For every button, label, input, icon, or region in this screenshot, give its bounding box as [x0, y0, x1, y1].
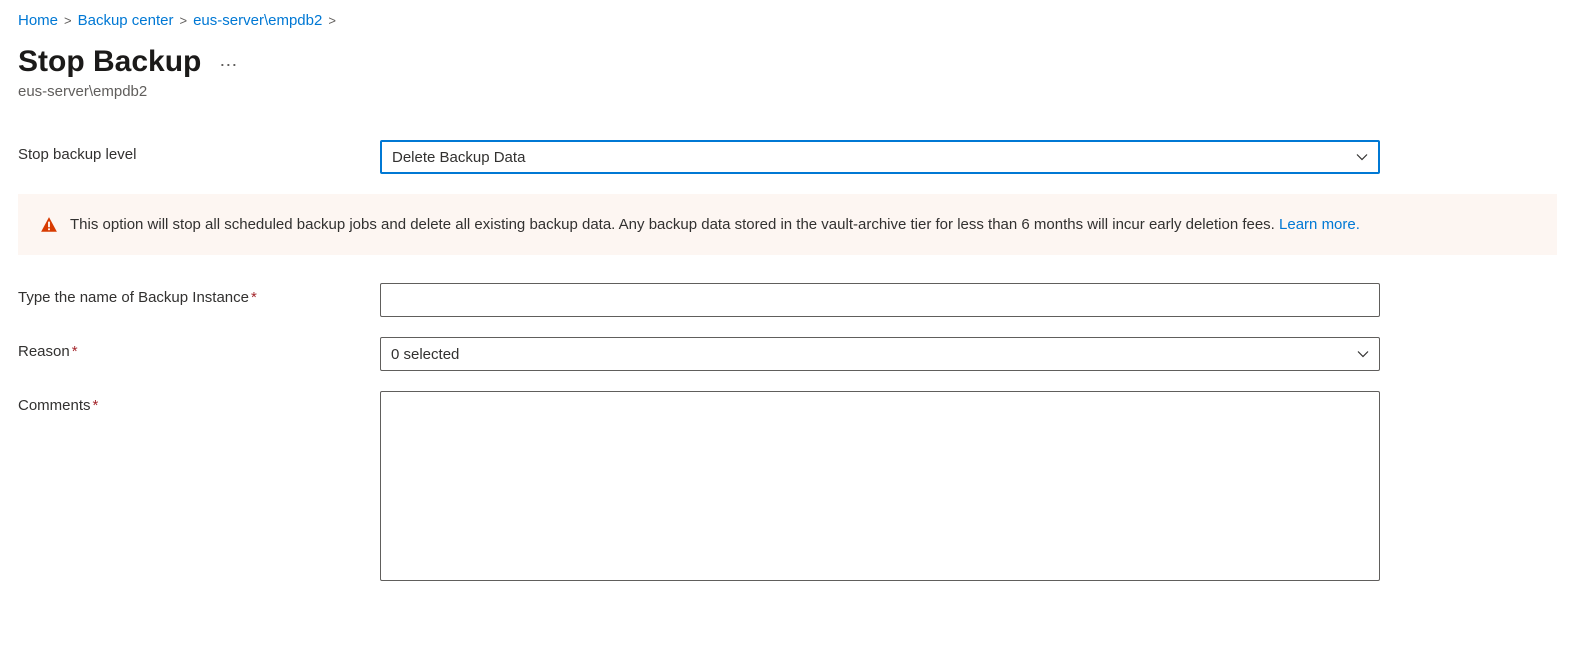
- breadcrumb-backup-center[interactable]: Backup center: [78, 12, 174, 29]
- breadcrumb-separator: >: [328, 13, 336, 28]
- breadcrumb-separator: >: [64, 13, 72, 28]
- breadcrumb-home[interactable]: Home: [18, 12, 58, 29]
- warning-text-container: This option will stop all scheduled back…: [70, 214, 1360, 235]
- reason-value: 0 selected: [391, 346, 459, 363]
- required-indicator: *: [72, 343, 78, 360]
- breadcrumb-instance[interactable]: eus-server\empdb2: [193, 12, 322, 29]
- chevron-down-icon: [1357, 348, 1369, 360]
- reason-select[interactable]: 0 selected: [380, 337, 1380, 371]
- stop-backup-level-value: Delete Backup Data: [392, 149, 525, 166]
- instance-name-label: Type the name of Backup Instance*: [18, 283, 380, 306]
- stop-backup-level-select[interactable]: Delete Backup Data: [380, 140, 1380, 174]
- instance-name-input[interactable]: [380, 283, 1380, 317]
- comments-label: Comments*: [18, 391, 380, 414]
- warning-icon: [40, 216, 58, 234]
- reason-label: Reason*: [18, 337, 380, 360]
- required-indicator: *: [251, 289, 257, 306]
- learn-more-link[interactable]: Learn more.: [1279, 216, 1360, 233]
- warning-banner: This option will stop all scheduled back…: [18, 194, 1557, 255]
- required-indicator: *: [93, 397, 99, 414]
- breadcrumb-separator: >: [180, 13, 188, 28]
- page-subtitle: eus-server\empdb2: [18, 83, 1557, 100]
- stop-backup-level-label: Stop backup level: [18, 140, 380, 163]
- chevron-down-icon: [1356, 151, 1368, 163]
- breadcrumb: Home > Backup center > eus-server\empdb2…: [18, 12, 1557, 29]
- page-title: Stop Backup: [18, 45, 201, 79]
- comments-textarea[interactable]: [380, 391, 1380, 581]
- more-actions-icon[interactable]: ⋯: [219, 56, 238, 74]
- warning-text: This option will stop all scheduled back…: [70, 216, 1279, 233]
